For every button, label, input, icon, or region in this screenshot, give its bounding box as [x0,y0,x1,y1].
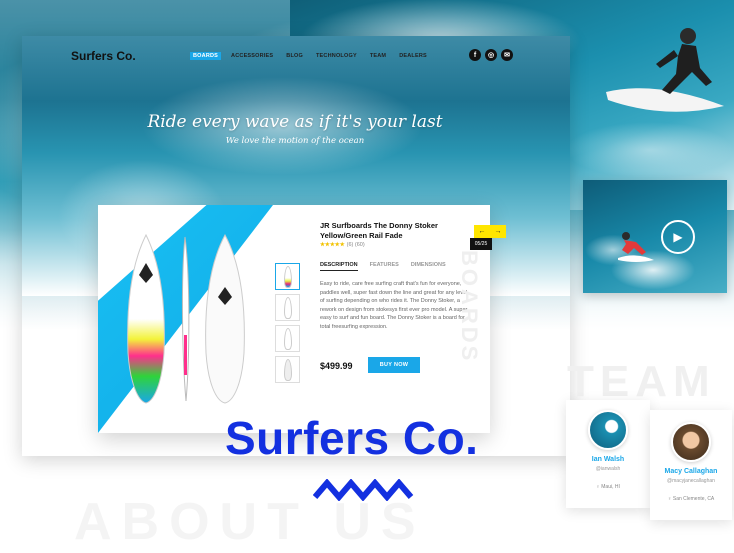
member-location: ♀ San Clemente, CA [667,496,715,502]
arrow-right-icon[interactable]: → [495,228,502,235]
nav-item-blog[interactable]: BLOG [283,52,306,60]
arrow-left-icon[interactable]: ← [479,228,486,235]
nav-item-technology[interactable]: TECHNOLOGY [313,52,360,60]
review-count: (6) (60) [346,242,365,248]
avatar [671,422,711,462]
instagram-icon[interactable]: ◎ [485,49,497,61]
surfer-illustration [606,28,724,112]
product-card: JR Surfboards The Donny Stoker Yellow/Gr… [98,205,490,433]
slider-arrows: ← → [474,225,506,238]
member-handle: @ianwalsh [595,466,621,472]
product-price: $499.99 [320,361,353,371]
product-title: JR Surfboards The Donny Stoker Yellow/Gr… [320,221,438,240]
surfboard-side-image [181,236,190,402]
facebook-icon[interactable]: f [469,49,481,61]
hero-subtitle: We love the motion of the ocean [225,136,365,146]
social-links: f ◎ ✉ [469,49,513,61]
nav-item-dealers[interactable]: DEALERS [396,52,430,60]
zigzag-wave-icon [313,479,414,501]
surfboard-back-image [205,233,245,404]
about-us-watermark: ABOUT US [74,493,426,551]
tab-features[interactable]: FEATURES [370,262,399,271]
thumbnail[interactable] [275,356,300,383]
play-icon[interactable]: ▶ [661,220,695,254]
avatar [588,410,628,450]
slide-counter: 05/25 [470,238,492,250]
product-description: Easy to ride, care free surfing craft th… [320,281,468,330]
thumbnail-list [275,263,300,383]
member-handle: @macyjanecallaghan [667,478,715,484]
tab-description[interactable]: DESCRIPTION [320,262,358,271]
site-logo[interactable]: Surfers Co. [71,49,136,63]
main-nav: BOARDS ACCESSORIES BLOG TECHNOLOGY TEAM … [190,52,430,60]
boards-section-label: BOARDS [457,250,482,364]
mail-icon[interactable]: ✉ [501,49,513,61]
nav-item-boards[interactable]: BOARDS [190,52,222,60]
hero-title: Ride every wave as if it's your last [147,112,443,132]
member-name: Macy Callaghan [664,468,718,475]
thumbnail[interactable] [275,325,300,352]
thumbnail[interactable] [275,263,300,290]
buy-now-button[interactable]: BUY NOW [368,357,420,373]
rating-stars: ★★★★★ (6) (60) [320,242,365,248]
thumbnail[interactable] [275,294,300,321]
member-location: ♀ Maui, HI [596,484,620,490]
team-member-card[interactable]: Ian Walsh @ianwalsh ♀ Maui, HI [566,400,650,508]
star-icons: ★★★★★ [320,242,345,248]
surfboard-front-image [127,233,165,404]
nav-item-accessories[interactable]: ACCESSORIES [228,52,276,60]
product-tabs: DESCRIPTION FEATURES DIMENSIONS [320,262,446,271]
nav-item-team[interactable]: TEAM [367,52,389,60]
surfer-illustration [618,232,654,262]
brand-wordmark: Surfers Co. [225,412,479,464]
tab-dimensions[interactable]: DIMENSIONS [411,262,446,271]
member-name: Ian Walsh [591,456,625,463]
team-member-card[interactable]: Macy Callaghan @macyjanecallaghan ♀ San … [650,410,732,520]
